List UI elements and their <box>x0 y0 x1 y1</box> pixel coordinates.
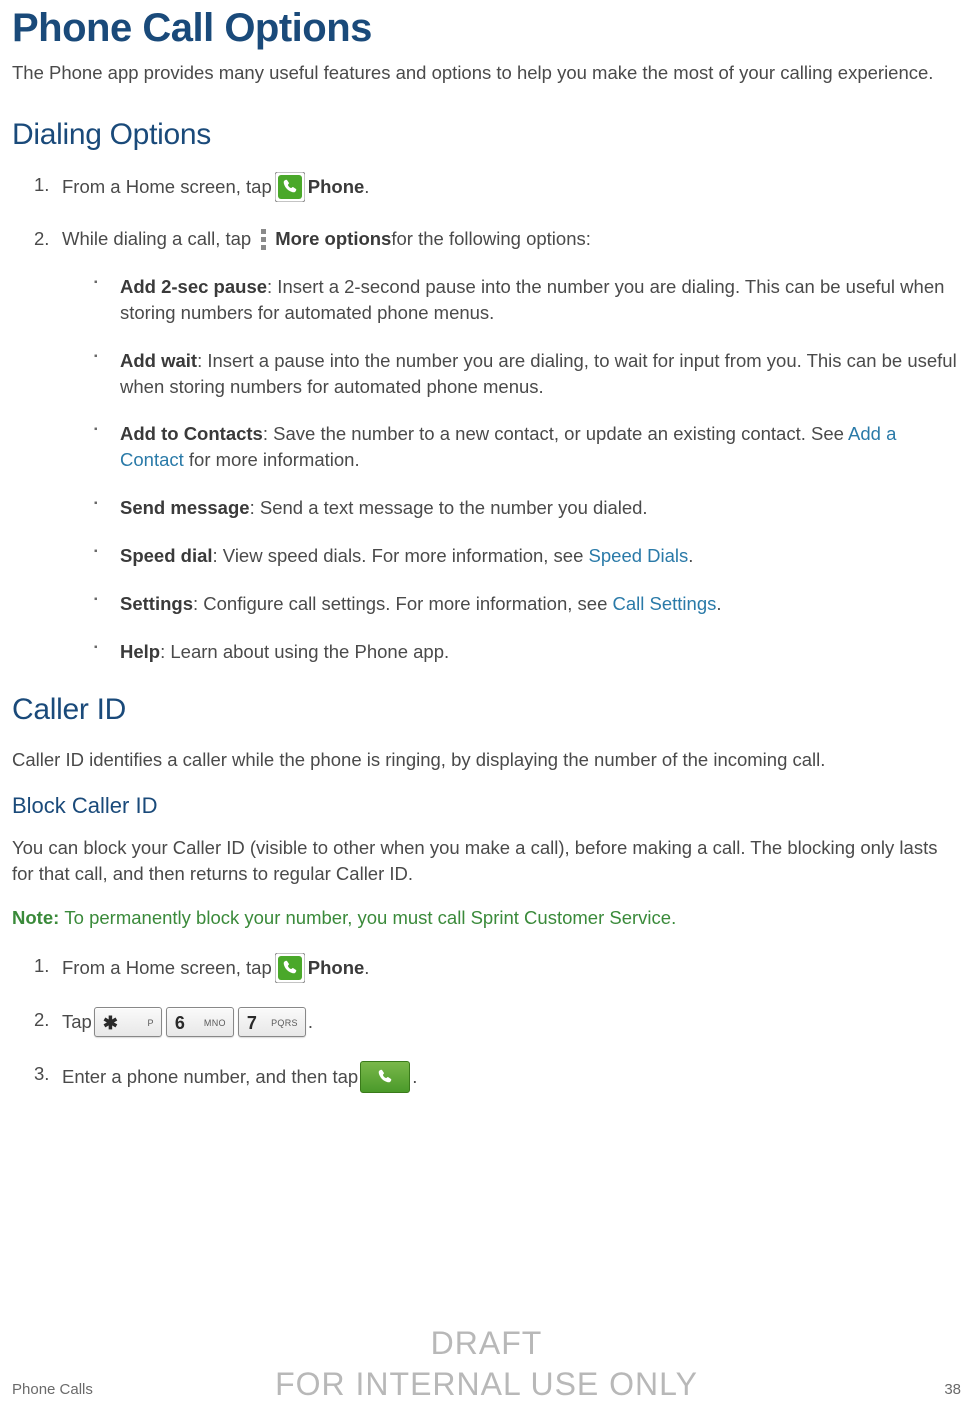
key-sub: P <box>148 1017 154 1030</box>
dialing-options-heading: Dialing Options <box>12 114 961 156</box>
period: . <box>364 955 369 981</box>
block-caller-id-para: You can block your Caller ID (visible to… <box>12 835 961 887</box>
more-options-icon <box>254 226 272 252</box>
key-sub: PQRS <box>271 1017 298 1030</box>
option-desc: : Save the number to a new contact, or u… <box>263 423 848 444</box>
phone-label: Phone <box>308 955 365 981</box>
note-body: To permanently block your number, you mu… <box>64 907 676 928</box>
option-desc: for more information. <box>184 449 360 470</box>
watermark-line2: FOR INTERNAL USE ONLY <box>275 1364 698 1406</box>
call-button-icon <box>360 1061 410 1093</box>
block-step-2: Tap ✱P 6MNO 7PQRS . <box>40 1007 961 1037</box>
phone-label: Phone <box>308 174 365 200</box>
caller-id-heading: Caller ID <box>12 689 961 731</box>
step-text: From a Home screen, tap <box>62 174 272 200</box>
more-options-label: More options <box>275 226 391 252</box>
page-title: Phone Call Options <box>12 0 961 56</box>
dialing-options-list: Add 2-sec pause: Insert a 2-second pause… <box>62 274 961 665</box>
option-name: Add wait <box>120 350 197 371</box>
list-item: Help: Learn about using the Phone app. <box>100 639 961 665</box>
dialing-step-1: From a Home screen, tap Phone. <box>40 172 961 202</box>
keypad-star: ✱P <box>94 1007 162 1037</box>
option-name: Speed dial <box>120 545 213 566</box>
list-item: Add wait: Insert a pause into the number… <box>100 348 961 400</box>
speed-dials-link[interactable]: Speed Dials <box>589 545 689 566</box>
list-item: Send message: Send a text message to the… <box>100 495 961 521</box>
phone-app-icon <box>275 172 305 202</box>
footer-page-number: 38 <box>944 1379 961 1400</box>
list-item: Add 2-sec pause: Insert a 2-second pause… <box>100 274 961 326</box>
option-name: Settings <box>120 593 193 614</box>
option-desc: : Send a text message to the number you … <box>250 497 648 518</box>
block-step-3: Enter a phone number, and then tap . <box>40 1061 961 1093</box>
list-item: Speed dial: View speed dials. For more i… <box>100 543 961 569</box>
step-text: From a Home screen, tap <box>62 955 272 981</box>
key-main: 6 <box>175 1011 185 1036</box>
option-desc: . <box>716 593 721 614</box>
option-name: Add 2-sec pause <box>120 276 267 297</box>
keypad-6: 6 MNO <box>166 1007 234 1037</box>
note-label: Note: <box>12 907 64 928</box>
caller-id-intro: Caller ID identifies a caller while the … <box>12 747 961 773</box>
watermark-line1: DRAFT <box>275 1323 698 1365</box>
block-steps: From a Home screen, tap Phone. Tap ✱P 6M… <box>12 953 961 1093</box>
list-item: Settings: Configure call settings. For m… <box>100 591 961 617</box>
step-text: Enter a phone number, and then tap <box>62 1064 358 1090</box>
option-desc: . <box>688 545 693 566</box>
step-text: While dialing a call, tap <box>62 226 251 252</box>
option-desc: : View speed dials. For more information… <box>213 545 589 566</box>
block-step-1: From a Home screen, tap Phone. <box>40 953 961 983</box>
intro-paragraph: The Phone app provides many useful featu… <box>12 60 961 86</box>
period: . <box>412 1064 417 1090</box>
option-name: Send message <box>120 497 250 518</box>
keypad-7: 7 PQRS <box>238 1007 306 1037</box>
key-sub: MNO <box>204 1017 226 1030</box>
watermark: DRAFT FOR INTERNAL USE ONLY <box>275 1323 698 1406</box>
call-settings-link[interactable]: Call Settings <box>613 593 717 614</box>
dialing-step-2: While dialing a call, tap More options f… <box>40 226 961 665</box>
option-name: Add to Contacts <box>120 423 263 444</box>
dialing-steps: From a Home screen, tap Phone. While dia… <box>12 172 961 665</box>
phone-app-icon <box>275 953 305 983</box>
list-item: Add to Contacts: Save the number to a ne… <box>100 421 961 473</box>
key-main: ✱ <box>103 1011 118 1036</box>
block-caller-id-heading: Block Caller ID <box>12 791 961 822</box>
option-name: Help <box>120 641 160 662</box>
option-desc: : Insert a pause into the number you are… <box>120 350 957 397</box>
option-desc: : Learn about using the Phone app. <box>160 641 449 662</box>
note-row: Note: To permanently block your number, … <box>12 905 961 931</box>
footer-section-name: Phone Calls <box>12 1379 93 1400</box>
step-text: for the following options: <box>391 226 591 252</box>
option-desc: : Configure call settings. For more info… <box>193 593 613 614</box>
period: . <box>308 1009 313 1035</box>
step-text: Tap <box>62 1009 92 1035</box>
period: . <box>364 174 369 200</box>
key-main: 7 <box>247 1011 257 1036</box>
